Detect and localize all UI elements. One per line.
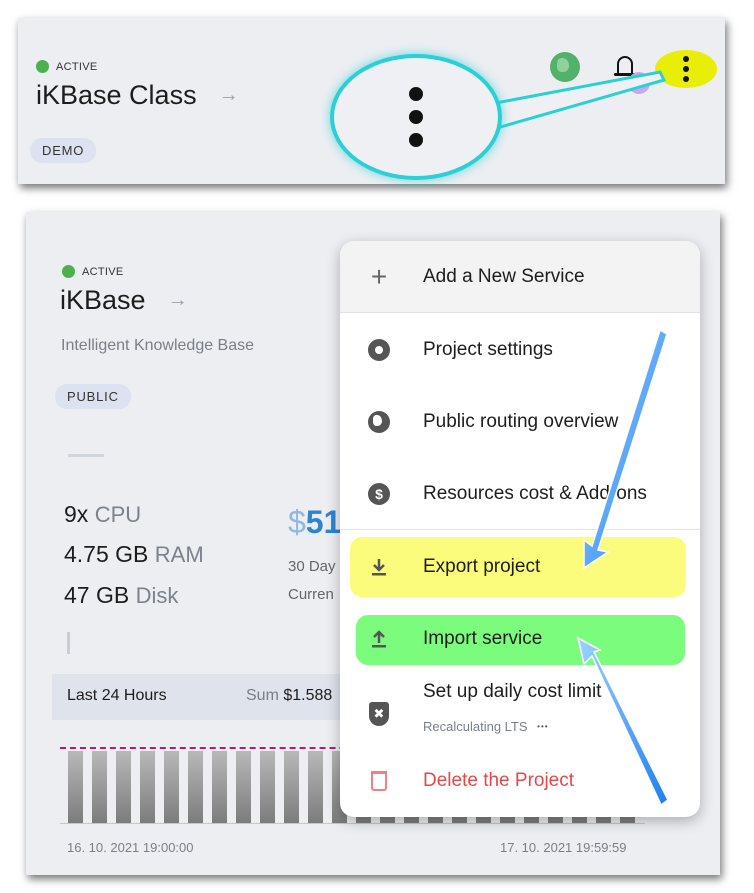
arrow-to-export-icon — [583, 328, 668, 570]
arrow-to-import-icon — [576, 636, 669, 807]
annotation-arrows — [576, 328, 669, 807]
